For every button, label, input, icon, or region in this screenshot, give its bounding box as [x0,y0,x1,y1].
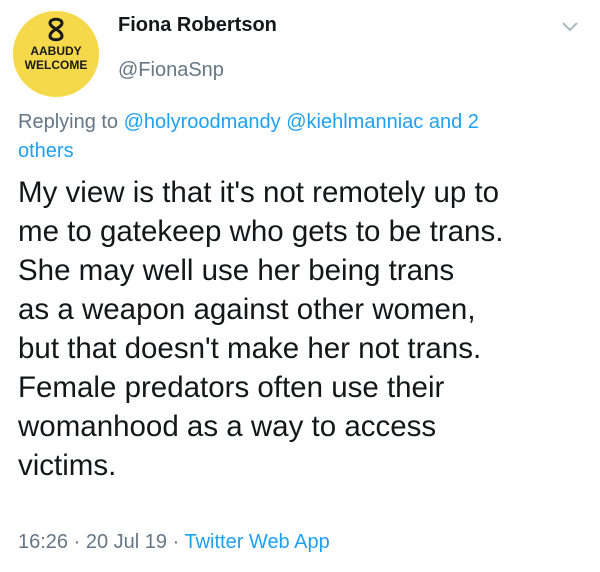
replying-to: Replying to @holyroodmandy @kiehlmanniac… [18,108,578,166]
avatar-badge-line-1: AABUDY [30,44,81,58]
tweet-text: My view is that it's not remotely up to … [18,173,593,485]
author-name[interactable]: Fiona Robertson [118,14,277,37]
source-app-link[interactable]: Twitter Web App [184,531,329,553]
tweet-meta: 16:26 · 20 Jul 19 · Twitter Web App [18,531,330,554]
mention-others-conjunction[interactable]: and [429,111,462,133]
replying-to-prefix: Replying to [18,111,119,133]
mention-others-count[interactable]: 2 [468,111,479,133]
mention-kiehlmanniac[interactable]: @kiehlmanniac [286,111,423,133]
mention-holyroodmandy[interactable]: @holyroodmandy [124,111,281,133]
tweet-line: but that doesn't make her not trans. [18,332,482,365]
avatar-badge-line-2: WELCOME [25,58,88,72]
avatar[interactable]: AABUDY WELCOME [13,11,99,97]
tweet-line: womanhood as a way to access [18,410,437,443]
chevron-down-icon[interactable] [560,20,580,34]
tweet-line: My view is that it's not remotely up to [18,176,500,209]
tweet-line: as a weapon against other women, [18,293,476,326]
tweet-line: me to gatekeep who gets to be trans. [18,215,504,248]
tweet-line: Female predators often use their [18,371,445,404]
mention-others[interactable]: others [18,140,74,162]
tweet-line: She may well use her being trans [18,254,455,287]
author-handle[interactable]: @FionaSnp [118,59,224,82]
meta-separator: · [172,531,180,553]
tweet-time[interactable]: 16:26 [18,531,68,553]
tweet-line: victims. [18,449,117,482]
snp-logo-icon: AABUDY WELCOME [13,11,99,97]
tweet-date[interactable]: 20 Jul 19 [86,531,167,553]
meta-separator: · [73,531,81,553]
